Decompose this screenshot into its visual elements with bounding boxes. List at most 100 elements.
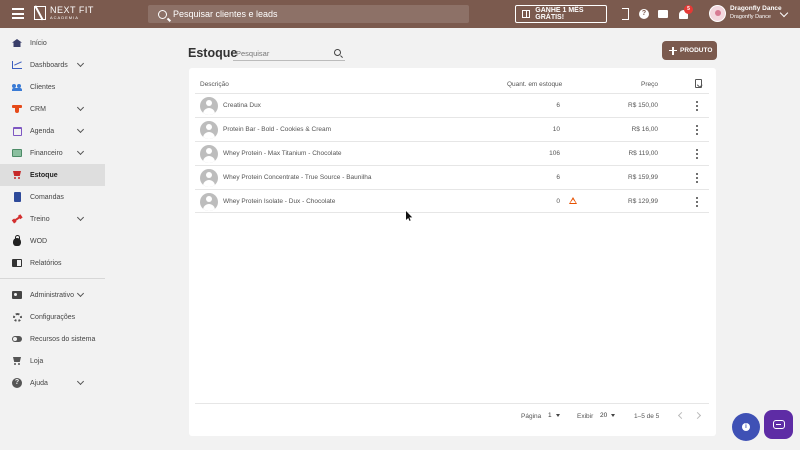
product-price: R$ 16,00	[631, 126, 658, 133]
add-product-button[interactable]: PRODUTO	[662, 41, 717, 60]
table-row[interactable]: Protein Bar - Bold - Cookies & Cream 10 …	[195, 117, 709, 141]
logo-text: NEXT FIT	[50, 5, 94, 15]
promo-label: GANHE 1 MÊS GRÁTIS!	[535, 7, 584, 21]
gear-icon	[12, 312, 22, 322]
sidebar-item-dashboards[interactable]: Dashboards	[0, 54, 105, 76]
sidebar-item-estoque[interactable]: Estoque	[0, 164, 105, 186]
chat-fab-button[interactable]	[764, 410, 793, 439]
export-file-icon[interactable]	[695, 79, 702, 88]
kettlebell-icon	[12, 235, 22, 246]
product-name: Protein Bar - Bold - Cookies & Cream	[223, 126, 332, 133]
sidebar-item-comandas[interactable]: Comandas	[0, 186, 105, 208]
cart-icon	[12, 170, 22, 180]
sidebar-item-label: Financeiro	[30, 149, 63, 157]
product-name: Whey Protein - Max Titanium - Chocolate	[223, 150, 342, 157]
sidebar-item-relatorios[interactable]: Relatórios	[0, 252, 105, 274]
sidebar-item-label: Configurações	[30, 313, 76, 321]
chevron-down-icon	[76, 147, 85, 156]
stock-search-input[interactable]	[233, 48, 329, 58]
product-name: Whey Protein Concentrate - True Source -…	[223, 174, 372, 181]
sidebar-item-label: Agenda	[30, 127, 55, 135]
gift-icon	[522, 10, 531, 18]
sidebar-item-agenda[interactable]: Agenda	[0, 120, 105, 142]
product-quantity: 106	[549, 150, 560, 157]
rows-per-page-value: 20	[600, 412, 608, 419]
menu-icon[interactable]	[12, 8, 24, 19]
page-select[interactable]: 1	[548, 412, 560, 419]
sidebar-item-label: Loja	[30, 357, 44, 365]
table-row[interactable]: Whey Protein Isolate - Dux - Chocolate 0…	[195, 189, 709, 213]
rows-per-page-label: Exibir	[577, 413, 594, 420]
chevron-down-icon[interactable]	[779, 8, 789, 18]
sidebar-item-loja[interactable]: Loja	[0, 350, 105, 372]
chevron-down-icon	[76, 377, 85, 386]
avatar[interactable]	[709, 5, 726, 22]
info-icon: i	[742, 423, 750, 431]
table-row[interactable]: Whey Protein - Max Titanium - Chocolate …	[195, 141, 709, 165]
calendar-icon	[12, 126, 22, 136]
sidebar-item-inicio[interactable]: Início	[0, 32, 105, 54]
sidebar-item-label: WOD	[30, 237, 48, 245]
chat-icon[interactable]	[657, 8, 669, 20]
toggle-icon	[12, 334, 22, 344]
search-icon[interactable]	[334, 49, 341, 56]
more-vert-icon[interactable]	[695, 197, 698, 207]
more-vert-icon[interactable]	[695, 125, 698, 135]
sidebar-item-label: Treino	[30, 215, 50, 223]
more-vert-icon[interactable]	[695, 149, 698, 159]
sidebar-item-administrativo[interactable]: Administrativo	[0, 284, 105, 306]
product-quantity: 6	[556, 174, 560, 181]
home-icon	[12, 38, 22, 48]
pagination-range: 1–5 de 5	[634, 413, 660, 420]
chart-icon	[12, 60, 22, 70]
column-header-quantity[interactable]: Quant. em estoque	[507, 81, 562, 88]
search-icon	[158, 9, 167, 19]
sidebar-item-financeiro[interactable]: Financeiro	[0, 142, 105, 164]
people-icon	[12, 82, 22, 92]
sidebar-item-configuracoes[interactable]: Configurações	[0, 306, 105, 328]
logo-mark-icon	[34, 6, 46, 20]
sidebar-item-label: Estoque	[30, 171, 58, 179]
sidebar-item-treino[interactable]: Treino	[0, 208, 105, 230]
more-vert-icon[interactable]	[695, 173, 698, 183]
product-name: Whey Protein Isolate - Dux - Chocolate	[223, 198, 336, 205]
exit-icon[interactable]	[619, 8, 631, 20]
plus-icon	[669, 46, 677, 55]
dropdown-caret-icon	[611, 414, 616, 417]
column-header-price[interactable]: Preço	[641, 81, 658, 88]
sidebar-item-recursos[interactable]: Recursos do sistema	[0, 328, 105, 350]
help-circle-icon[interactable]: ?	[638, 8, 650, 20]
help-icon: ?	[12, 378, 22, 388]
user-org[interactable]: Dragonfly Dance	[730, 14, 771, 21]
sidebar-item-label: Ajuda	[30, 379, 48, 387]
product-name: Creatina Dux	[223, 102, 261, 109]
report-icon	[12, 258, 22, 268]
chevron-down-icon	[76, 103, 85, 112]
sidebar-item-label: Comandas	[30, 193, 64, 201]
product-avatar-icon	[200, 169, 218, 187]
column-header-description[interactable]: Descrição	[200, 81, 229, 88]
table-row[interactable]: Creatina Dux 6 R$ 150,00	[195, 93, 709, 117]
add-product-label: PRODUTO	[680, 47, 713, 54]
sidebar-item-clientes[interactable]: Clientes	[0, 76, 105, 98]
sidebar-item-wod[interactable]: WOD	[0, 230, 105, 252]
table-row[interactable]: Whey Protein Concentrate - True Source -…	[195, 165, 709, 189]
stock-search[interactable]	[233, 46, 345, 61]
sidebar-item-label: Dashboards	[30, 61, 68, 69]
product-quantity: 0	[556, 198, 560, 205]
top-bar: NEXT FIT ACADEMIA GANHE 1 MÊS GRÁTIS! ? …	[0, 0, 800, 28]
global-search[interactable]	[148, 5, 469, 23]
global-search-input[interactable]	[173, 9, 453, 19]
product-quantity: 10	[552, 126, 560, 133]
info-fab-button[interactable]: i	[732, 413, 760, 441]
rows-per-page-select[interactable]: 20	[600, 412, 616, 419]
more-vert-icon[interactable]	[695, 101, 698, 111]
sidebar-item-ajuda[interactable]: ? Ajuda	[0, 372, 105, 394]
user-name[interactable]: Dragonfly Dance	[730, 5, 782, 13]
dumbbell-icon	[12, 214, 22, 224]
product-price: R$ 150,00	[628, 102, 658, 109]
promo-button[interactable]: GANHE 1 MÊS GRÁTIS!	[515, 5, 607, 23]
sidebar-item-crm[interactable]: CRM	[0, 98, 105, 120]
page-title: Estoque	[188, 46, 238, 60]
logo[interactable]: NEXT FIT ACADEMIA	[34, 6, 94, 20]
